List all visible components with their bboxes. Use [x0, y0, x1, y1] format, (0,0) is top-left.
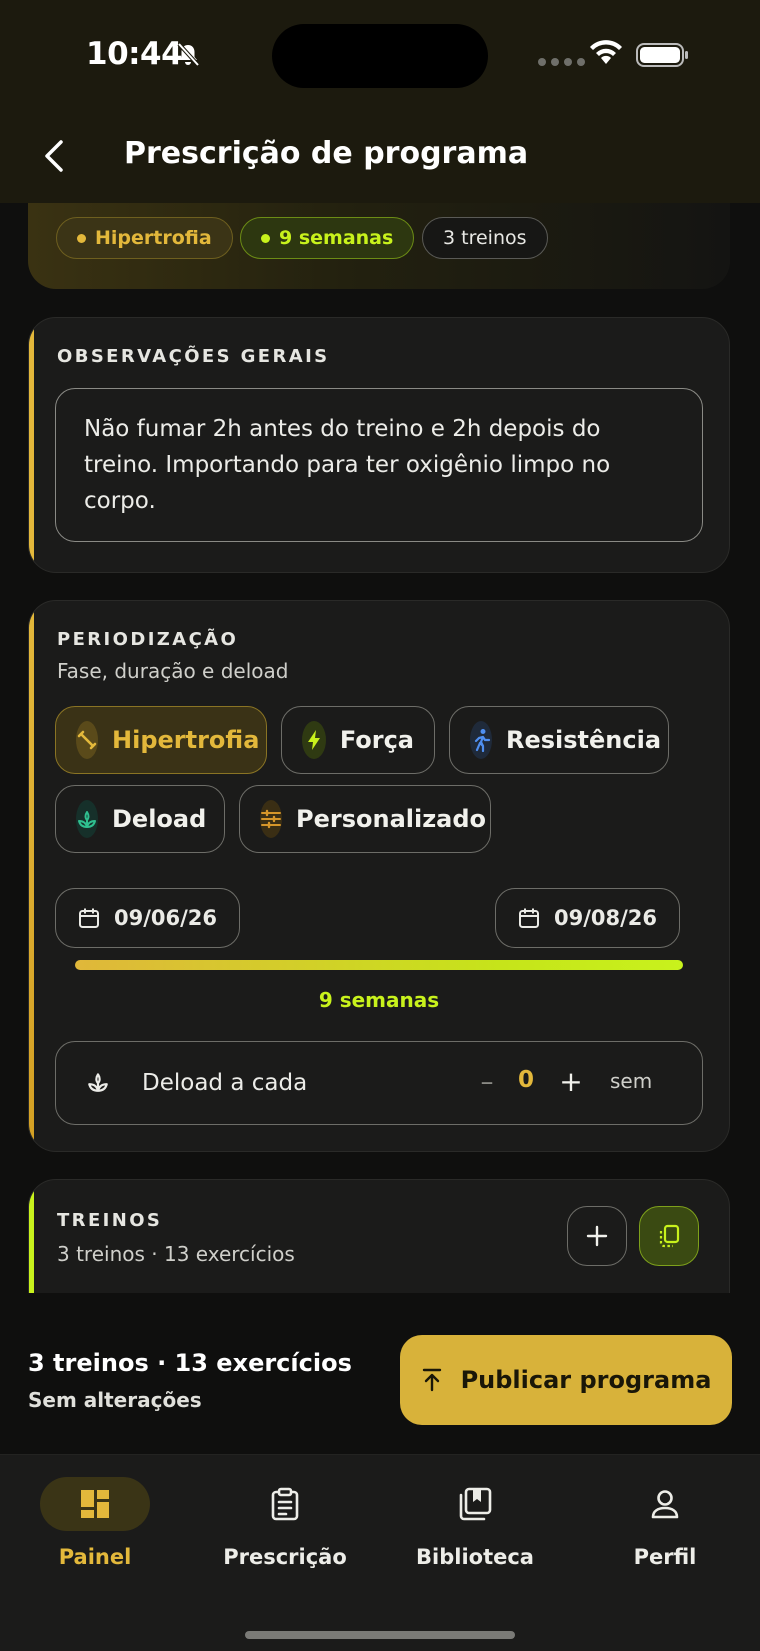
tab-perfil[interactable]: Perfil	[570, 1477, 760, 1597]
status-dot	[261, 233, 270, 243]
calendar-icon	[79, 908, 99, 928]
phase-chip-label: Deload	[112, 805, 207, 833]
phase-chip-deload[interactable]: Deload	[55, 785, 225, 853]
program-summary-card: Hipertrofia 9 semanas 3 treinos	[28, 203, 730, 289]
home-indicator	[245, 1631, 515, 1639]
user-icon	[610, 1477, 720, 1531]
deload-stepper-row: Deload a cada – 0 + sem	[55, 1041, 703, 1125]
dynamic-island	[272, 24, 488, 88]
add-workout-button[interactable]	[567, 1206, 627, 1266]
tab-bar: Painel Prescrição Biblioteca Perfil	[0, 1454, 760, 1651]
weeks-pill: 9 semanas	[240, 217, 415, 259]
dumbbell-icon	[76, 721, 98, 759]
duration-track[interactable]	[75, 960, 683, 970]
periodization-subtitle: Fase, duração e deload	[57, 659, 289, 683]
back-button[interactable]	[34, 134, 74, 178]
deload-unit: sem	[610, 1069, 653, 1093]
periodization-label: PERIODIZAÇÃO	[57, 629, 239, 650]
tab-label: Painel	[58, 1545, 132, 1569]
library-icon	[420, 1477, 530, 1531]
signal-icon	[538, 58, 585, 66]
end-date-label: 09/08/26	[554, 906, 658, 930]
tab-label: Biblioteca	[416, 1545, 534, 1569]
observations-card: OBSERVAÇÕES GERAIS Não fumar 2h antes do…	[28, 317, 730, 573]
wifi-icon	[588, 40, 624, 70]
phase-chip-label: Força	[339, 726, 414, 754]
workouts-pill: 3 treinos	[422, 217, 548, 259]
phase-pill-label: Hipertrofia	[95, 227, 212, 249]
scroll-content[interactable]: Hipertrofia 9 semanas 3 treinos OBSERVAÇ…	[0, 203, 760, 1293]
upload-icon	[422, 1368, 441, 1392]
observations-textarea[interactable]: Não fumar 2h antes do treino e 2h depois…	[55, 388, 703, 542]
deload-decrement-button[interactable]: –	[472, 1064, 502, 1100]
tab-prescricao[interactable]: Prescrição	[190, 1477, 380, 1597]
bolt-icon	[302, 721, 326, 759]
status-dot	[77, 233, 86, 243]
deload-label: Deload a cada	[142, 1070, 308, 1096]
publish-program-button[interactable]: Publicar programa	[400, 1335, 732, 1425]
publish-program-label: Publicar programa	[460, 1366, 712, 1394]
observations-label: OBSERVAÇÕES GERAIS	[57, 346, 330, 367]
duplicate-workout-button[interactable]	[639, 1206, 699, 1266]
tab-biblioteca[interactable]: Biblioteca	[380, 1477, 570, 1597]
phase-chip-personalizado[interactable]: Personalizado	[239, 785, 491, 853]
periodization-card: PERIODIZAÇÃO Fase, duração e deload Hipe…	[28, 600, 730, 1152]
plus-icon	[586, 1225, 608, 1247]
runner-icon	[470, 721, 492, 759]
sprout-icon	[86, 1070, 110, 1098]
phase-chip-label: Personalizado	[296, 805, 487, 833]
copy-icon	[659, 1224, 680, 1248]
workouts-subtitle: 3 treinos · 13 exercícios	[57, 1242, 295, 1266]
end-date-button[interactable]: 09/08/26	[495, 888, 681, 948]
phase-chip-label: Hipertrofia	[112, 726, 260, 754]
phase-chip-resistencia[interactable]: Resistência	[449, 706, 669, 774]
publish-action-bar: 3 treinos · 13 exercícios Sem alterações…	[0, 1293, 760, 1454]
phase-chip-hipertrofia[interactable]: Hipertrofia	[55, 706, 267, 774]
bell-muted-icon	[176, 42, 200, 72]
chevron-left-icon	[45, 140, 63, 172]
card-accent	[29, 318, 34, 572]
phase-pill: Hipertrofia	[56, 217, 233, 259]
sliders-icon	[260, 800, 282, 838]
tab-label: Perfil	[633, 1545, 697, 1569]
calendar-icon	[519, 908, 539, 928]
deload-value: 0	[518, 1067, 535, 1093]
clipboard-icon	[230, 1477, 340, 1531]
card-accent	[29, 1180, 34, 1293]
start-date-label: 09/06/26	[114, 906, 218, 930]
page-title: Prescrição de programa	[124, 136, 529, 171]
workouts-card: TREINOS 3 treinos · 13 exercícios	[28, 1179, 730, 1293]
workouts-pill-label: 3 treinos	[443, 227, 527, 249]
change-status: Sem alterações	[28, 1388, 202, 1412]
phase-chip-forca[interactable]: Força	[281, 706, 435, 774]
card-accent	[29, 601, 34, 1151]
weeks-pill-label: 9 semanas	[279, 227, 394, 249]
deload-increment-button[interactable]: +	[556, 1064, 586, 1100]
top-bar: 10:44 Prescrição de programa	[0, 0, 760, 203]
sprout-icon	[76, 800, 98, 838]
dashboard-icon	[40, 1477, 150, 1531]
status-time: 10:44	[86, 36, 183, 72]
duration-label: 9 semanas	[318, 988, 440, 1012]
start-date-button[interactable]: 09/06/26	[55, 888, 241, 948]
tab-painel[interactable]: Painel	[0, 1477, 190, 1597]
phase-chip-label: Resistência	[506, 726, 662, 754]
workouts-label: TREINOS	[57, 1210, 163, 1231]
tab-label: Prescrição	[223, 1545, 347, 1569]
battery-icon	[636, 42, 690, 72]
program-count-summary: 3 treinos · 13 exercícios	[28, 1349, 352, 1377]
